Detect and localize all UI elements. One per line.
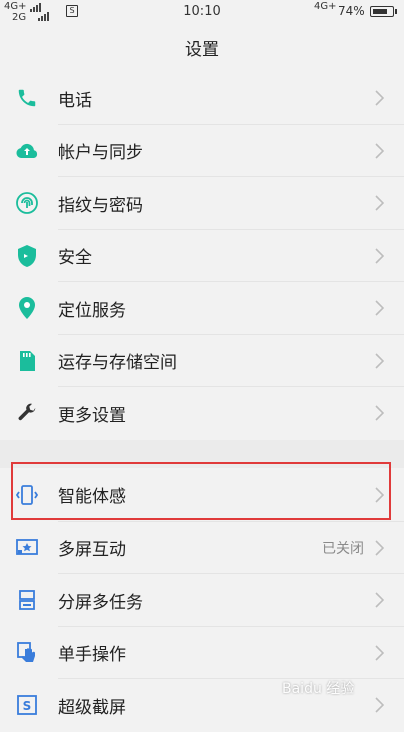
settings-list-group-1: 电话 帐户与同步 指纹与密码 安全 定位服务 运存与存储空间 更多设置 智能体感… bbox=[0, 72, 404, 732]
one-hand-icon bbox=[15, 641, 39, 665]
menu-item-one-hand[interactable]: 单手操作 bbox=[0, 627, 404, 679]
menu-item-more-settings[interactable]: 更多设置 bbox=[0, 387, 404, 440]
menu-item-security[interactable]: 安全 bbox=[0, 230, 404, 282]
menu-item-multi-screen[interactable]: 多屏互动 已关闭 bbox=[0, 522, 404, 574]
highlight-box bbox=[11, 462, 391, 520]
menu-item-phone[interactable]: 电话 bbox=[0, 72, 404, 125]
chevron-right-icon bbox=[370, 142, 388, 160]
menu-item-storage[interactable]: 运存与存储空间 bbox=[0, 335, 404, 387]
status-text: 已关闭 bbox=[322, 540, 364, 557]
menu-item-label: 超级截屏 bbox=[58, 697, 126, 718]
menu-item-label: 电话 bbox=[58, 90, 92, 111]
chevron-right-icon bbox=[370, 696, 388, 714]
menu-item-label: 定位服务 bbox=[58, 300, 126, 321]
menu-item-label: 分屏多任务 bbox=[58, 592, 143, 613]
page-title: 设置 bbox=[185, 40, 219, 60]
watermark: Baidu 经验 bbox=[282, 681, 355, 697]
menu-item-fingerprint-password[interactable]: 指纹与密码 bbox=[0, 177, 404, 230]
chevron-right-icon bbox=[370, 591, 388, 609]
chevron-right-icon bbox=[370, 404, 388, 422]
menu-item-label: 指纹与密码 bbox=[58, 195, 143, 216]
chevron-right-icon bbox=[370, 352, 388, 370]
status-bar: 4G+ 2G S 10:10 4G+ 74% bbox=[0, 0, 404, 24]
menu-item-account-sync[interactable]: 帐户与同步 bbox=[0, 125, 404, 177]
chevron-right-icon bbox=[370, 247, 388, 265]
cloud-sync-icon bbox=[15, 139, 39, 163]
screenshot-icon: S bbox=[15, 693, 39, 717]
menu-item-label: 安全 bbox=[58, 248, 92, 269]
chevron-right-icon bbox=[370, 299, 388, 317]
menu-item-label: 多屏互动 bbox=[58, 540, 126, 561]
menu-item-label: 单手操作 bbox=[58, 645, 126, 666]
menu-item-label: 更多设置 bbox=[58, 405, 126, 426]
fingerprint-icon bbox=[15, 191, 39, 215]
wrench-icon bbox=[15, 401, 39, 425]
battery-icon bbox=[370, 6, 397, 17]
multi-screen-icon bbox=[15, 536, 39, 560]
network-type-right: 4G+ bbox=[314, 1, 337, 12]
battery-percent: 74% bbox=[338, 4, 365, 18]
location-icon bbox=[15, 296, 39, 320]
menu-item-split-screen[interactable]: 分屏多任务 bbox=[0, 574, 404, 627]
storage-card-icon bbox=[15, 349, 39, 373]
chevron-right-icon bbox=[370, 89, 388, 107]
menu-item-label: 帐户与同步 bbox=[58, 143, 143, 164]
phone-icon bbox=[15, 86, 39, 110]
chevron-right-icon bbox=[370, 539, 388, 557]
svg-text:S: S bbox=[23, 699, 32, 713]
chevron-right-icon bbox=[370, 644, 388, 662]
menu-item-location[interactable]: 定位服务 bbox=[0, 282, 404, 335]
chevron-right-icon bbox=[370, 194, 388, 212]
split-screen-icon bbox=[15, 588, 39, 612]
shield-icon bbox=[15, 244, 39, 268]
menu-item-label: 运存与存储空间 bbox=[58, 353, 177, 374]
